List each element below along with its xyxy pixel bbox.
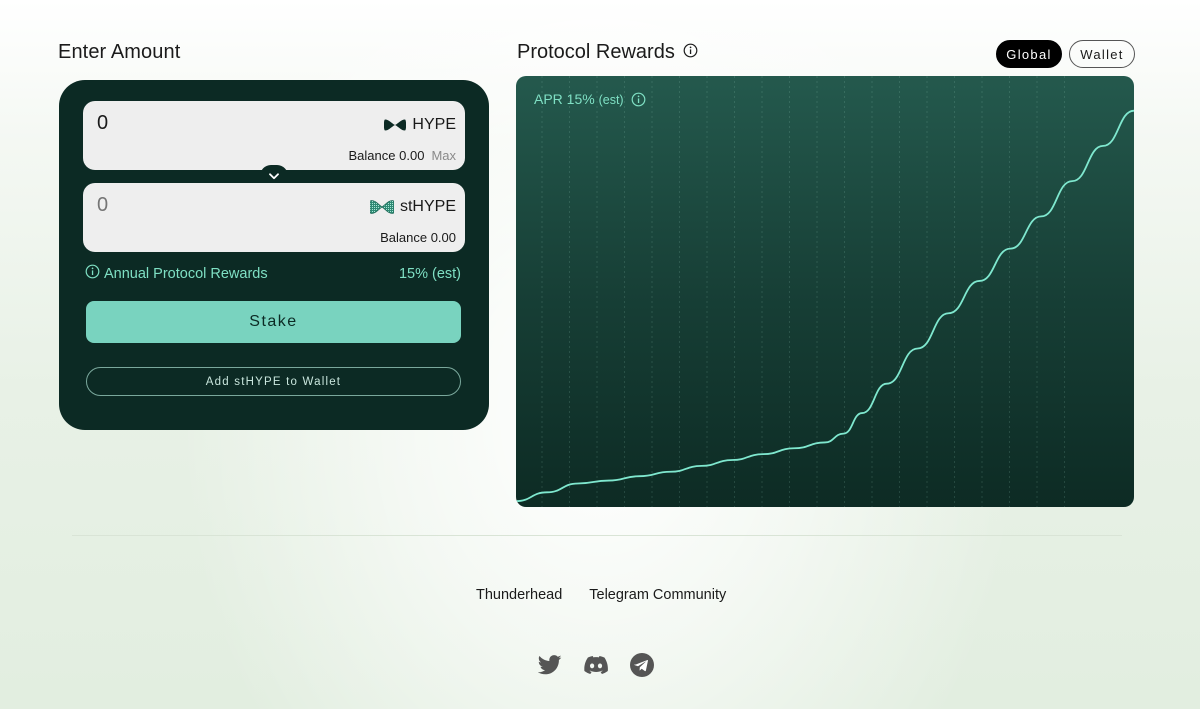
annual-rewards-row: Annual Protocol Rewards 15% (est) (85, 264, 461, 283)
add-sthype-to-wallet-button[interactable]: Add stHYPE to Wallet (86, 367, 461, 396)
to-balance-value: 0.00 (430, 230, 456, 245)
from-token-box: HYPE Balance 0.00 Max (83, 101, 465, 170)
footer-link-thunderhead[interactable]: Thunderhead (476, 587, 562, 603)
footer-link-telegram-community[interactable]: Telegram Community (589, 587, 726, 603)
rewards-series-line (516, 109, 1134, 503)
info-icon[interactable] (85, 264, 100, 283)
apr-est: (est) (598, 93, 624, 107)
protocol-rewards-title: Protocol Rewards (517, 41, 698, 64)
stake-card: HYPE Balance 0.00 Max (59, 80, 489, 430)
info-icon[interactable] (631, 92, 646, 107)
to-token-symbol: stHYPE (399, 198, 456, 215)
from-balance-value: 0.00 (399, 148, 425, 163)
apr-value: APR 15% (534, 91, 595, 107)
info-icon[interactable] (683, 41, 698, 64)
to-token-box: stHYPE Balance 0.00 (83, 183, 465, 252)
footer-links: Thunderhead Telegram Community (476, 587, 726, 603)
telegram-icon[interactable] (630, 653, 654, 677)
toggle-wallet[interactable]: Wallet (1069, 40, 1135, 68)
rewards-chart: APR 15% (est) (516, 76, 1134, 507)
to-token-label: stHYPE (369, 198, 456, 216)
protocol-rewards-label: Protocol Rewards (517, 41, 675, 63)
footer-divider (72, 535, 1122, 536)
from-token-label: HYPE (384, 116, 456, 134)
to-balance: Balance 0.00 (380, 230, 456, 245)
discord-icon[interactable] (584, 653, 608, 677)
social-links (538, 653, 654, 677)
from-balance: Balance 0.00 Max (349, 148, 456, 163)
from-amount-input[interactable] (97, 112, 297, 135)
annual-rewards-value: 15% (est) (398, 265, 461, 282)
from-token-symbol: HYPE (412, 116, 456, 133)
apr-label: APR 15% (est) (534, 91, 646, 107)
scope-toggle: Global Wallet (996, 40, 1135, 68)
sthype-token-icon (369, 199, 394, 215)
rewards-chart-svg (516, 76, 1134, 507)
enter-amount-title: Enter Amount (58, 41, 181, 63)
stake-button[interactable]: Stake (86, 301, 461, 343)
from-balance-label: Balance (348, 148, 396, 163)
toggle-global[interactable]: Global (996, 40, 1062, 68)
twitter-icon[interactable] (538, 653, 562, 677)
to-balance-label: Balance (380, 230, 428, 245)
to-amount-input[interactable] (97, 194, 297, 217)
annual-rewards-label: Annual Protocol Rewards (104, 265, 268, 282)
max-button[interactable]: Max (431, 148, 456, 163)
hype-token-icon (384, 118, 407, 132)
